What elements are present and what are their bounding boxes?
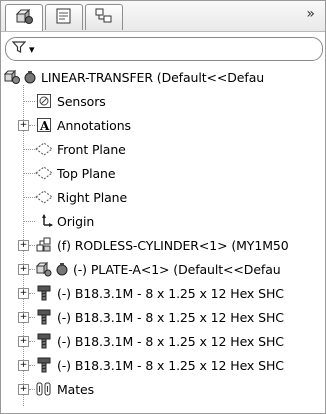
tree-connector (23, 149, 35, 150)
tree-item-right-plane[interactable]: Right Plane (1, 185, 325, 209)
sensors-icon (35, 92, 53, 110)
tree-item-label: Sensors (57, 93, 106, 109)
tree-root-item[interactable]: LINEAR-TRANSFER (Default<<Defau (1, 65, 325, 89)
screw-icon (35, 284, 53, 302)
filter-icon (11, 40, 27, 58)
property-manager-icon (54, 7, 74, 29)
expand-toggle[interactable]: + (18, 360, 29, 371)
tree-item-origin[interactable]: Origin (1, 209, 325, 233)
tree-item-mates[interactable]: + Mates (1, 377, 325, 401)
tree-item-top-plane[interactable]: Top Plane (1, 161, 325, 185)
feature-tree-icon (14, 7, 34, 29)
tree-item-annotations[interactable]: + A Annotations (1, 113, 325, 137)
expand-toggle[interactable]: + (18, 120, 29, 131)
assembly-icon (3, 68, 21, 86)
filter-dropdown-button[interactable]: ▾ (11, 40, 35, 58)
tree-item-rodless-cylinder[interactable]: + (f) RODLESS-CYLINDER<1> (MY1M50 (1, 233, 325, 257)
expand-toggle[interactable]: + (18, 336, 29, 347)
tree-item-label: (-) PLATE-A<1> (Default<<Defau (73, 261, 281, 277)
tree-item-screw-2[interactable]: + (-) B18.3.1M - 8 x 1.25 x 12 Hex SHC (1, 305, 325, 329)
svg-text:A: A (39, 119, 50, 133)
mates-icon (35, 380, 53, 398)
tree-item-label: (-) B18.3.1M - 8 x 1.25 x 12 Hex SHC (57, 285, 284, 301)
plane-icon (35, 140, 53, 158)
tree-item-label: Front Plane (57, 141, 126, 157)
chevron-down-icon: ▾ (29, 42, 35, 56)
origin-icon (37, 212, 55, 230)
screw-icon (35, 332, 53, 350)
expand-toggle[interactable]: + (18, 240, 29, 251)
tree-item-screw-1[interactable]: + (-) B18.3.1M - 8 x 1.25 x 12 Hex SHC (1, 281, 325, 305)
expand-toggle[interactable]: + (18, 264, 29, 275)
screw-icon (35, 356, 53, 374)
tree-item-label: (-) B18.3.1M - 8 x 1.25 x 12 Hex SHC (57, 333, 284, 349)
property-manager-tab[interactable] (45, 4, 83, 30)
tree-item-label: (f) RODLESS-CYLINDER<1> (MY1M50 (57, 237, 289, 253)
tree-item-label: (-) B18.3.1M - 8 x 1.25 x 12 Hex SHC (57, 309, 284, 325)
tree-item-label: Top Plane (57, 165, 116, 181)
tree-connector (23, 197, 35, 198)
manager-tab-bar: » (1, 1, 325, 32)
subassembly-icon (35, 236, 53, 254)
tree-item-screw-4[interactable]: + (-) B18.3.1M - 8 x 1.25 x 12 Hex SHC (1, 353, 325, 377)
tree-connector (23, 101, 35, 102)
expand-toggle[interactable]: + (18, 312, 29, 323)
tree-connector (23, 173, 35, 174)
tree-item-front-plane[interactable]: Front Plane (1, 137, 325, 161)
expand-toggle[interactable]: + (18, 288, 29, 299)
configuration-manager-icon (94, 7, 114, 29)
screw-icon (35, 308, 53, 326)
tree-connector (23, 221, 35, 222)
display-state-icon (53, 260, 71, 278)
tree-item-plate-a[interactable]: + (-) PLATE-A<1> (Default<<Defau (1, 257, 325, 281)
feature-manager-panel: » ▾ LINEAR-TRANSFER (Default<<Defau Sens… (0, 0, 326, 414)
tree-filter-box[interactable]: ▾ (5, 37, 323, 61)
tree-item-sensors[interactable]: Sensors (1, 89, 325, 113)
tree-item-label: Mates (57, 381, 95, 397)
plane-icon (35, 164, 53, 182)
configuration-manager-tab[interactable] (85, 4, 123, 30)
feature-manager-tab[interactable] (5, 4, 43, 31)
plane-icon (35, 188, 53, 206)
tree-item-label: Origin (57, 213, 95, 229)
display-state-icon (21, 68, 39, 86)
expand-toggle[interactable]: + (18, 384, 29, 395)
tab-overflow-chevron-icon[interactable]: » (306, 6, 315, 22)
tree-item-label: Right Plane (57, 189, 128, 205)
tree-item-screw-3[interactable]: + (-) B18.3.1M - 8 x 1.25 x 12 Hex SHC (1, 329, 325, 353)
tree-root-label: LINEAR-TRANSFER (Default<<Defau (41, 69, 265, 85)
annotations-icon: A (35, 116, 53, 134)
tree-item-label: (-) B18.3.1M - 8 x 1.25 x 12 Hex SHC (57, 357, 284, 373)
part-icon (35, 260, 53, 278)
tree-item-label: Annotations (57, 117, 131, 133)
